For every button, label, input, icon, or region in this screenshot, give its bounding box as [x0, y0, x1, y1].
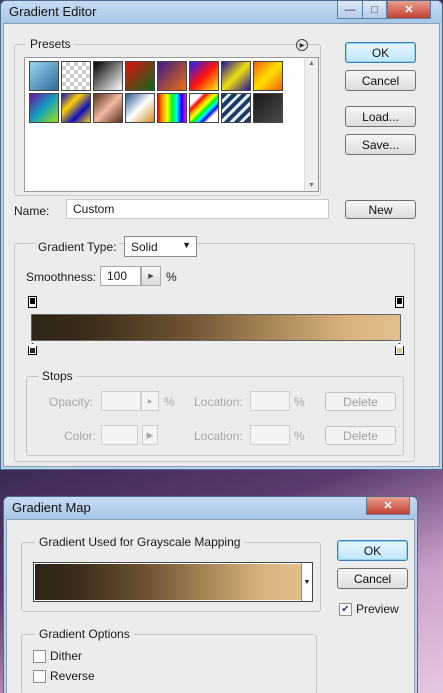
gradient-type-select[interactable]: Solid ▼ [124, 236, 197, 257]
opacity-stop-right[interactable] [395, 296, 404, 308]
smoothness-label: Smoothness: [26, 270, 97, 284]
gradient-picker[interactable]: ▼ [33, 562, 313, 602]
preset-swatch[interactable] [29, 61, 59, 91]
ok-button[interactable]: OK [337, 540, 408, 561]
opacity-location-input[interactable] [250, 391, 290, 411]
scroll-up-icon[interactable]: ▲ [308, 60, 315, 67]
presets-label: Presets [26, 37, 75, 51]
dither-checkbox[interactable] [33, 650, 46, 663]
opacity-stop-left[interactable] [28, 296, 37, 308]
gradient-editor-titlebar[interactable]: Gradient Editor — □ ✕ [1, 1, 442, 23]
preset-swatch[interactable] [157, 93, 187, 123]
gradient-editor-window: Gradient Editor — □ ✕ Presets ▶ ▲ ▼ OK C… [0, 0, 443, 470]
preset-swatch[interactable] [61, 93, 91, 123]
presets-menu-icon[interactable]: ▶ [296, 39, 308, 51]
preset-swatch[interactable] [93, 61, 123, 91]
preset-swatch[interactable] [125, 93, 155, 123]
preset-swatch[interactable] [253, 93, 283, 123]
grayscale-mapping-label: Gradient Used for Grayscale Mapping [35, 535, 245, 549]
color-location-percent: % [294, 429, 305, 443]
stops-label: Stops [38, 369, 77, 383]
preview-checkbox[interactable]: ✔ [339, 603, 352, 616]
gradient-map-body: Gradient Used for Grayscale Mapping ▼ OK… [6, 519, 415, 693]
color-location-input[interactable] [250, 425, 290, 445]
smoothness-input[interactable]: 100 [100, 266, 141, 286]
gradient-map-titlebar[interactable]: Gradient Map ✕ [4, 497, 417, 519]
preset-swatch[interactable] [221, 93, 251, 123]
opacity-label: Opacity: [49, 395, 94, 409]
chevron-down-icon: ▼ [182, 240, 191, 250]
reverse-checkbox[interactable] [33, 670, 46, 683]
gradient-type-label: Gradient Type: [36, 240, 119, 254]
scroll-down-icon[interactable]: ▼ [308, 182, 315, 189]
window-title: Gradient Map [12, 500, 91, 515]
opacity-percent: % [164, 395, 175, 409]
gradient-map-preview[interactable] [35, 564, 301, 600]
ok-button[interactable]: OK [345, 42, 416, 63]
presets-scrollbar[interactable]: ▲ ▼ [304, 58, 318, 191]
gradient-options-group [21, 634, 317, 693]
opacity-input[interactable] [101, 391, 141, 411]
preset-swatch[interactable] [61, 61, 91, 91]
smoothness-slider-button[interactable]: ▶ [141, 266, 161, 286]
gradient-picker-dropdown[interactable]: ▼ [301, 563, 312, 601]
name-input[interactable]: Custom [66, 199, 329, 219]
preset-swatch[interactable] [29, 93, 59, 123]
opacity-slider-button[interactable]: ▶ [141, 391, 159, 411]
gradient-map-window: Gradient Map ✕ Gradient Used for Graysca… [3, 496, 418, 693]
preset-swatch[interactable] [189, 61, 219, 91]
preset-swatch[interactable] [253, 61, 283, 91]
presets-list: ▲ ▼ [24, 57, 319, 192]
cancel-button[interactable]: Cancel [345, 70, 416, 91]
maximize-button[interactable]: □ [362, 1, 387, 19]
smoothness-percent: % [166, 270, 177, 284]
new-button[interactable]: New [345, 200, 416, 219]
gradient-type-value: Solid [131, 240, 158, 254]
preset-swatch[interactable] [125, 61, 155, 91]
gradient-editor-body: Presets ▶ ▲ ▼ OK Cancel Load... Save... … [3, 23, 440, 467]
opacity-location-percent: % [294, 395, 305, 409]
gradient-preview-bar[interactable] [31, 314, 401, 341]
reverse-label[interactable]: Reverse [50, 669, 95, 683]
color-label: Color: [64, 429, 97, 443]
dither-label[interactable]: Dither [50, 649, 82, 663]
cancel-button[interactable]: Cancel [337, 568, 408, 589]
load-button[interactable]: Load... [345, 106, 416, 127]
preset-swatch[interactable] [189, 93, 219, 123]
save-button[interactable]: Save... [345, 134, 416, 155]
preset-swatch[interactable] [93, 93, 123, 123]
color-menu-button[interactable]: ▶ [142, 425, 158, 445]
minimize-button[interactable]: — [337, 1, 363, 19]
opacity-location-label: Location: [194, 395, 243, 409]
color-location-label: Location: [194, 429, 243, 443]
close-button[interactable]: ✕ [387, 1, 431, 19]
color-swatch-input[interactable] [101, 425, 138, 445]
name-label: Name: [14, 204, 50, 218]
close-button[interactable]: ✕ [366, 497, 410, 515]
opacity-delete-button[interactable]: Delete [325, 392, 396, 411]
preview-label[interactable]: Preview [356, 602, 399, 616]
gradient-options-label: Gradient Options [35, 627, 134, 641]
preset-swatch[interactable] [157, 61, 187, 91]
color-delete-button[interactable]: Delete [325, 426, 396, 445]
preset-swatch[interactable] [221, 61, 251, 91]
window-title: Gradient Editor [9, 4, 97, 19]
